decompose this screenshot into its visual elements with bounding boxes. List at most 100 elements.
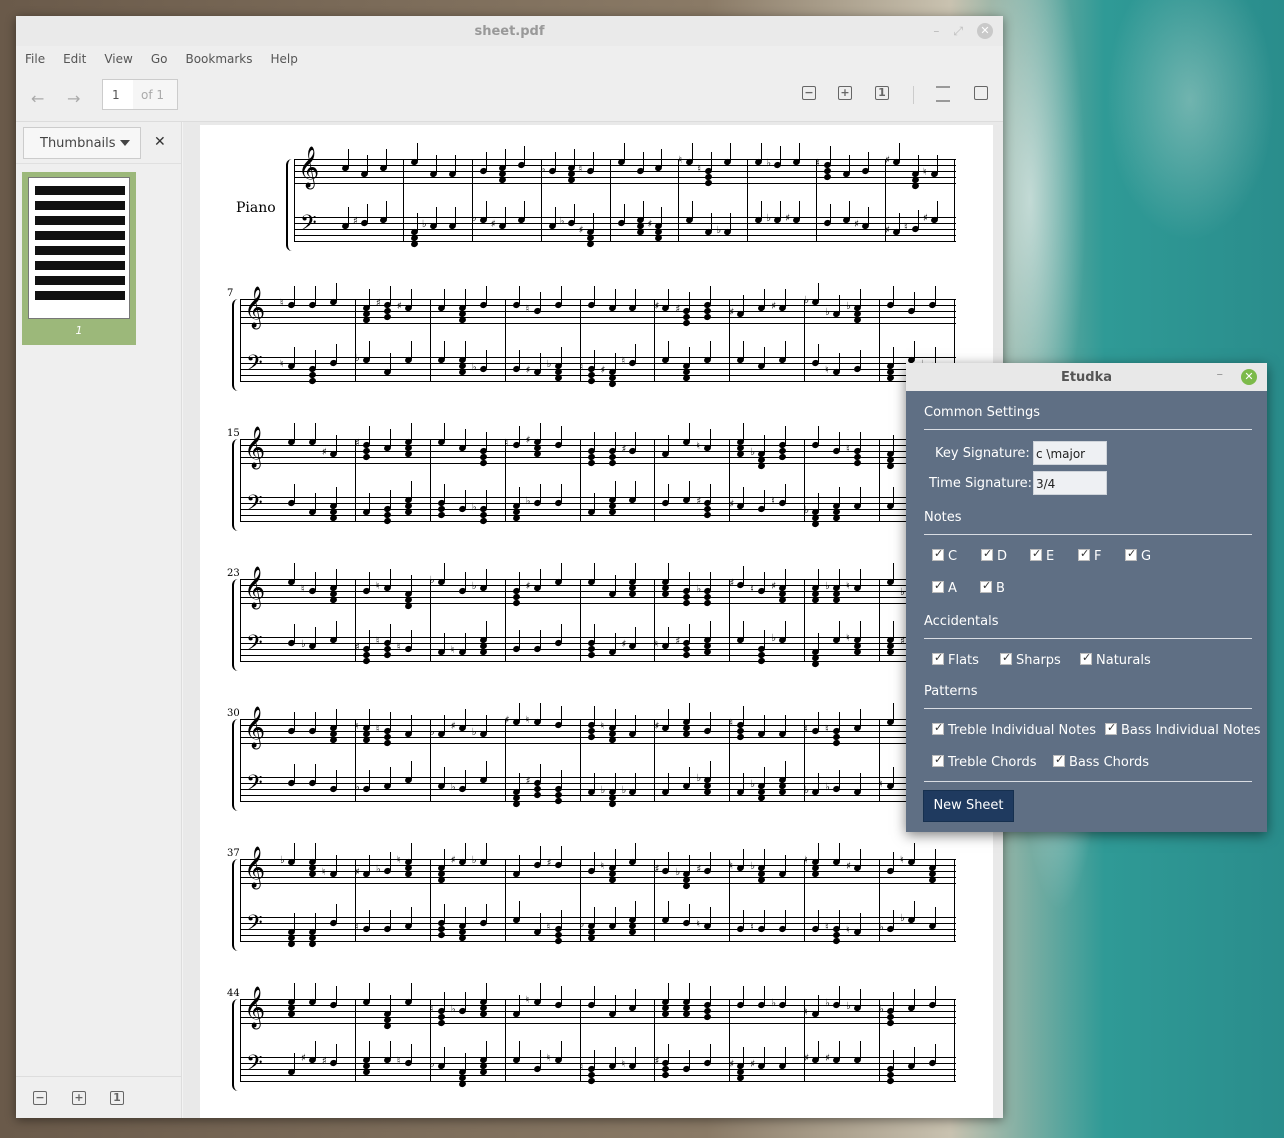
grand-staff-system: 15𝄞𝄢♯♯♭♮♯♭♯♮♯♯♭♮♭♮♭ xyxy=(227,423,956,531)
flats-label: Flats xyxy=(948,653,979,668)
grand-staff-system: 44 𝄞 𝄢 ♯ ♯ ♮ ♮ ♭ ♭ ♮ ♮ ♮ ♮ ♯ ♯ ♯ ♭ ♮ ♯ ♭ ♯ ♭ ♭ xyxy=(227,983,956,1091)
minimize-icon[interactable]: – xyxy=(1217,367,1224,382)
treble-chords-checkbox[interactable] xyxy=(932,753,944,767)
grand-staff-system: 7𝄞𝄢♮♮♭♯♯♭♮♯♭♮♯♮♯♯♯♯♭♭♮♭♭ xyxy=(227,283,956,391)
menu-go[interactable]: Go xyxy=(151,52,168,66)
menu-view[interactable]: View xyxy=(104,52,132,66)
treble-clef-icon: 𝄞 xyxy=(244,987,266,1028)
measure-number: 23 xyxy=(227,568,240,579)
menu-edit[interactable]: Edit xyxy=(63,52,86,66)
sidebar-mode-select[interactable]: Thumbnails xyxy=(23,127,141,159)
thumbnail-page-number: 1 xyxy=(75,324,83,337)
grand-staff-system: 𝄞 𝄢 ♯ ♭ ♭ ♯ ♭ ♭ ♮ ♯ ♯ ♮ ♮ ♭ ♭ ♭ ♯ ♮ ♯ ♯ ♯ ♮ ♮ ♯ xyxy=(286,143,956,251)
treble-chords-label: Treble Chords xyxy=(948,755,1037,770)
thumb-zoom-out-icon[interactable]: − xyxy=(33,1091,47,1105)
treble-clef-icon: 𝄞 xyxy=(244,287,266,328)
back-arrow-icon[interactable]: ← xyxy=(31,89,44,108)
note-f-checkbox[interactable] xyxy=(1078,547,1090,561)
treble-individual-notes-checkbox[interactable] xyxy=(932,721,944,735)
bass-clef-icon: 𝄢 xyxy=(246,771,263,801)
page-number-input[interactable]: 1 xyxy=(102,79,134,110)
chevron-down-icon xyxy=(120,140,130,146)
staff-brace xyxy=(232,299,238,391)
notes-heading: Notes xyxy=(924,510,962,525)
bass-clef-icon: 𝄢 xyxy=(246,491,263,521)
dual-page-icon[interactable] xyxy=(974,86,988,100)
etudka-dialog: Etudka – ✕ Common Settings Key Signature… xyxy=(906,363,1267,832)
separator xyxy=(924,429,1252,430)
menu-file[interactable]: File xyxy=(25,52,45,66)
note-a-checkbox[interactable] xyxy=(932,579,944,593)
key-signature-input[interactable]: c \major xyxy=(1033,441,1107,465)
viewer-titlebar[interactable]: sheet.pdf – ⤢ ✕ xyxy=(16,16,1003,46)
page-total-label: of 1 xyxy=(133,79,178,110)
common-settings-heading: Common Settings xyxy=(924,405,1041,420)
bass-individual-notes-label: Bass Individual Notes xyxy=(1121,723,1261,738)
note-c-checkbox[interactable] xyxy=(932,547,944,561)
pdf-viewer-window: sheet.pdf – ⤢ ✕ File Edit View Go Bookma… xyxy=(16,16,1003,1118)
forward-arrow-icon[interactable]: → xyxy=(67,89,80,108)
continuous-mode-icon[interactable] xyxy=(936,86,950,102)
measure-number: 37 xyxy=(227,848,240,859)
sidebar: Thumbnails ✕ 1 − + 1 xyxy=(16,122,182,1118)
bass-chords-checkbox[interactable] xyxy=(1053,753,1065,767)
sidebar-mode-label: Thumbnails xyxy=(40,136,116,151)
bass-clef-icon: 𝄢 xyxy=(246,1051,263,1081)
note-e-checkbox[interactable] xyxy=(1030,547,1042,561)
sharps-checkbox[interactable] xyxy=(1000,651,1012,665)
time-signature-input[interactable]: 3/4 xyxy=(1033,471,1107,495)
separator xyxy=(924,534,1252,535)
zoom-reset-icon[interactable]: 1 xyxy=(875,86,889,100)
restore-icon[interactable]: ⤢ xyxy=(953,24,963,39)
toolbar-divider xyxy=(913,86,914,104)
patterns-heading: Patterns xyxy=(924,684,978,699)
bass-chords-label: Bass Chords xyxy=(1069,755,1149,770)
staff-brace xyxy=(232,719,238,811)
bass-individual-notes-checkbox[interactable] xyxy=(1105,721,1117,735)
naturals-checkbox[interactable] xyxy=(1080,651,1092,665)
staff-brace xyxy=(286,159,292,251)
zoom-out-icon[interactable]: − xyxy=(802,86,816,100)
naturals-label: Naturals xyxy=(1096,653,1151,668)
note-d-checkbox[interactable] xyxy=(981,547,993,561)
note-e-label: E xyxy=(1046,549,1055,564)
bass-clef-icon: 𝄢 xyxy=(300,211,317,241)
page-thumbnail[interactable]: 1 xyxy=(22,172,136,345)
measure-number: 7 xyxy=(227,288,234,299)
dialog-titlebar[interactable]: Etudka – ✕ xyxy=(906,363,1267,391)
new-sheet-button[interactable]: New Sheet xyxy=(923,790,1014,822)
note-b-label: B xyxy=(996,581,1005,596)
note-a-label: A xyxy=(948,581,957,596)
bass-clef-icon: 𝄢 xyxy=(246,351,263,381)
bass-clef-icon: 𝄢 xyxy=(246,631,263,661)
thumb-zoom-reset-icon[interactable]: 1 xyxy=(110,1091,124,1105)
bass-clef-icon: 𝄢 xyxy=(246,911,263,941)
staff-brace xyxy=(232,439,238,531)
grand-staff-system: 37 𝄞 𝄢 ♭ ♮ ♯ ♮ ♭ ♮ ♯ ♭ ♯ ♮ ♭ ♮ ♯ ♭ ♯ ♮ ♮ ♭ ♮ ♮ ♮ ♯ ♮ ♭ ♮ ♭ xyxy=(227,843,956,951)
note-c-label: C xyxy=(948,549,958,564)
note-g-checkbox[interactable] xyxy=(1125,547,1137,561)
window-title: sheet.pdf xyxy=(474,24,545,39)
key-signature-label: Key Signature: xyxy=(935,446,1030,461)
close-sidebar-icon[interactable]: ✕ xyxy=(154,134,166,150)
grand-staff-system: 23 𝄞 𝄢 ♮ ♭ ♯ ♮ ♮ ♮ ♭ ♮ ♭ ♯ ♯ ♮ ♯ ♭ ♯ ♮ ♯ ♭ ♭ ♮ ♮ ♭ ♯ xyxy=(227,563,956,671)
close-icon[interactable]: ✕ xyxy=(1241,369,1257,385)
document-view[interactable]: Piano 𝄞 𝄢 ♯ ♭ ♭ ♯ ♭ ♭ ♮ ♯ ♯ ♮ ♮ ♭ ♭ ♭ ♯ ♮ ♯ ♯ ♯ ♮ ♮ ♯ 7 𝄞 𝄢 ♮ ♮ ♭ ♯ ♯ ♭ ♮… xyxy=(183,122,1003,1118)
staff-brace xyxy=(232,579,238,671)
sharps-label: Sharps xyxy=(1016,653,1061,668)
minimize-icon[interactable]: – xyxy=(933,24,939,38)
thumb-zoom-in-icon[interactable]: + xyxy=(72,1091,86,1105)
measure-number: 30 xyxy=(227,708,240,719)
note-b-checkbox[interactable] xyxy=(980,579,992,593)
grand-staff-system: 30 𝄞 𝄢 ♮ ♭ ♮ ♭ ♯ ♭ ♭ ♯ ♮ ♯ ♮ ♭ ♭ ♯ ♭ ♮ ♭ ♮ ♭ ♮ ♭ ♮ xyxy=(227,703,956,811)
menu-help[interactable]: Help xyxy=(271,52,298,66)
staff-brace xyxy=(232,999,238,1091)
zoom-in-icon[interactable]: + xyxy=(838,86,852,100)
flats-checkbox[interactable] xyxy=(932,651,944,665)
close-icon[interactable]: ✕ xyxy=(977,23,993,39)
menu-bookmarks[interactable]: Bookmarks xyxy=(185,52,252,66)
separator xyxy=(924,638,1252,639)
treble-clef-icon: 𝄞 xyxy=(298,147,320,188)
note-d-label: D xyxy=(997,549,1008,564)
treble-individual-notes-label: Treble Individual Notes xyxy=(948,723,1097,738)
